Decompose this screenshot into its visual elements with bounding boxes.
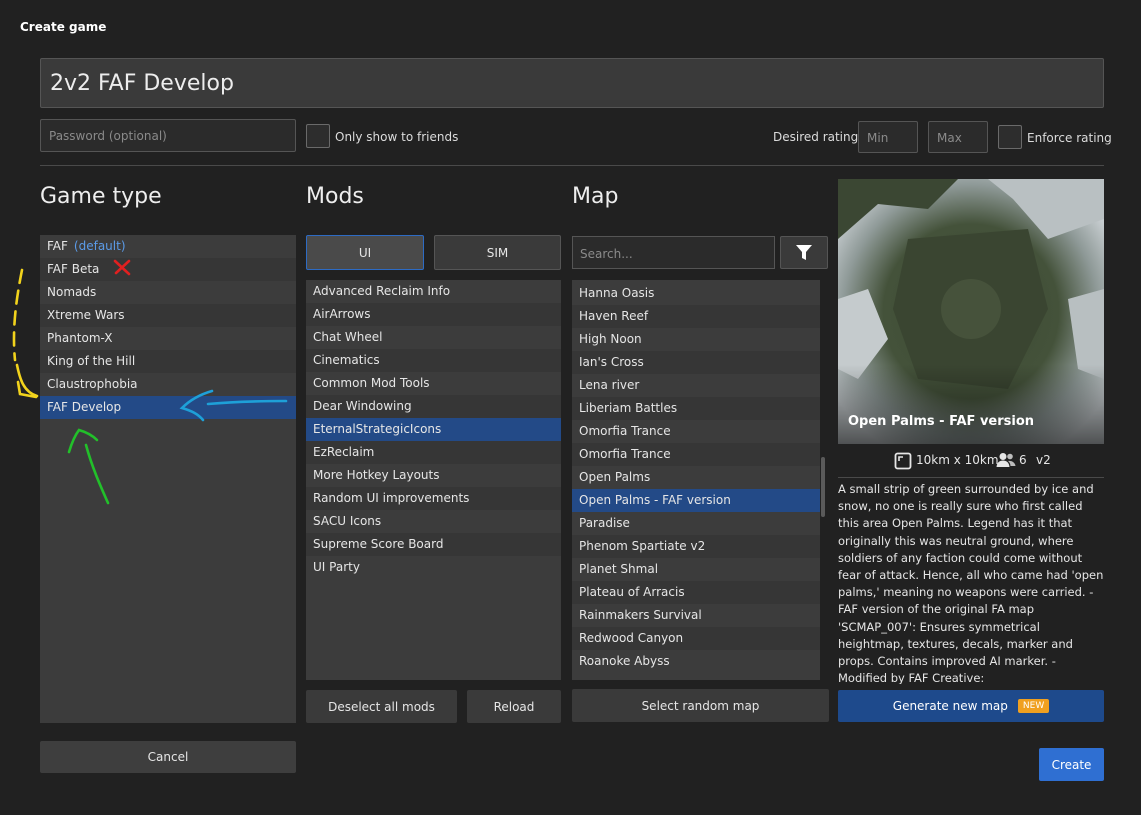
game-type-item-xtreme-wars[interactable]: Xtreme Wars	[40, 304, 296, 327]
new-badge: NEW	[1017, 699, 1050, 713]
mod-item[interactable]: SACU Icons	[306, 510, 561, 533]
generate-new-map-label: Generate new map	[892, 699, 1008, 713]
game-type-list: FAF (default) FAF Beta Nomads Xtreme Wars…	[40, 235, 296, 723]
min-rating-input[interactable]: Min	[858, 121, 918, 153]
mod-item[interactable]: Dear Windowing	[306, 395, 561, 418]
map-version: v2	[1036, 453, 1051, 467]
player-count: 6	[1019, 453, 1027, 467]
friends-only-label: Only show to friends	[335, 130, 459, 144]
mod-item[interactable]: AirArrows	[306, 303, 561, 326]
map-item[interactable]: Open Palms	[572, 466, 820, 489]
mod-item[interactable]: Chat Wheel	[306, 326, 561, 349]
map-item[interactable]: Phenom Spartiate v2	[572, 535, 820, 558]
map-item-selected[interactable]: Open Palms - FAF version	[572, 489, 820, 512]
map-item[interactable]: Planet Shmal	[572, 558, 820, 581]
map-item[interactable]: Roanoke Abyss	[572, 650, 820, 673]
map-description: A small strip of green surrounded by ice…	[838, 482, 1104, 684]
map-size-text: 10km x 10km	[916, 453, 999, 467]
reload-button[interactable]: Reload	[467, 690, 561, 723]
divider	[40, 165, 1104, 166]
desired-rating-label: Desired rating	[773, 130, 859, 144]
list-item-label: Phantom-X	[47, 331, 113, 345]
mod-item[interactable]: UI Party	[306, 556, 561, 579]
map-item[interactable]: Omorfia Trance	[572, 443, 820, 466]
password-input[interactable]: Password (optional)	[40, 119, 296, 152]
friends-only-checkbox[interactable]	[306, 124, 330, 148]
map-search-input[interactable]: Search...	[572, 236, 775, 269]
mod-item[interactable]: Cinematics	[306, 349, 561, 372]
cancel-button[interactable]: Cancel	[40, 741, 296, 773]
list-item-label: Nomads	[47, 285, 97, 299]
mod-item[interactable]: Supreme Score Board	[306, 533, 561, 556]
game-type-item-phantom-x[interactable]: Phantom-X	[40, 327, 296, 350]
mod-item[interactable]: Advanced Reclaim Info	[306, 280, 561, 303]
mod-item[interactable]: More Hotkey Layouts	[306, 464, 561, 487]
generate-new-map-button[interactable]: Generate new map NEW	[838, 690, 1104, 722]
map-filter-button[interactable]	[780, 236, 828, 269]
game-type-item-king-of-the-hill[interactable]: King of the Hill	[40, 350, 296, 373]
game-type-heading: Game type	[40, 184, 162, 209]
mods-list: Advanced Reclaim Info AirArrows Chat Whe…	[306, 280, 561, 680]
map-item[interactable]: Omorfia Trance	[572, 420, 820, 443]
game-title-input[interactable]: 2v2 FAF Develop	[40, 58, 1104, 108]
map-heading: Map	[572, 184, 619, 209]
map-preview-image	[838, 179, 1104, 444]
map-item[interactable]: Lena river	[572, 374, 820, 397]
players-icon	[996, 453, 1016, 467]
map-item[interactable]: High Noon	[572, 328, 820, 351]
enforce-rating-label: Enforce rating	[1027, 131, 1112, 145]
create-button[interactable]: Create	[1039, 748, 1104, 781]
list-item-label: FAF Beta	[47, 262, 100, 276]
game-type-item-nomads[interactable]: Nomads	[40, 281, 296, 304]
mod-item[interactable]: Random UI improvements	[306, 487, 561, 510]
map-item[interactable]: Haven Reef	[572, 305, 820, 328]
tab-ui-mods[interactable]: UI	[306, 235, 424, 270]
mod-item[interactable]: Common Mod Tools	[306, 372, 561, 395]
list-item-label: King of the Hill	[47, 354, 136, 368]
map-item[interactable]: Paradise	[572, 512, 820, 535]
map-list-scrollbar[interactable]	[821, 457, 825, 517]
map-list: Hanna Oasis Haven Reef High Noon Ian's C…	[572, 280, 820, 680]
tab-sim-mods[interactable]: SIM	[434, 235, 561, 270]
yellow-dashed-arrow-icon	[12, 268, 39, 399]
description-divider	[838, 477, 1104, 478]
map-item[interactable]: Liberiam Battles	[572, 397, 820, 420]
map-size-icon	[894, 452, 912, 470]
map-item[interactable]: Plateau of Arracis	[572, 581, 820, 604]
list-item-label: FAF	[47, 239, 68, 253]
map-preview-name: Open Palms - FAF version	[848, 414, 1035, 429]
enforce-rating-checkbox[interactable]	[998, 125, 1022, 149]
dialog-title: Create game	[20, 20, 107, 34]
game-type-item-claustrophobia[interactable]: Claustrophobia	[40, 373, 296, 396]
game-type-item-faf-develop[interactable]: FAF Develop	[40, 396, 296, 419]
deselect-all-mods-button[interactable]: Deselect all mods	[306, 690, 457, 723]
mods-heading: Mods	[306, 184, 364, 209]
mod-item-selected[interactable]: EternalStrategicIcons	[306, 418, 561, 441]
map-item[interactable]: Redwood Canyon	[572, 627, 820, 650]
default-tag: (default)	[73, 239, 126, 253]
map-item[interactable]: Rainmakers Survival	[572, 604, 820, 627]
game-type-item-faf[interactable]: FAF (default)	[40, 235, 296, 258]
filter-icon	[796, 245, 812, 260]
max-rating-input[interactable]: Max	[928, 121, 988, 153]
select-random-map-button[interactable]: Select random map	[572, 689, 829, 722]
map-item[interactable]: Ian's Cross	[572, 351, 820, 374]
list-item-label: Claustrophobia	[47, 377, 138, 391]
list-item-label: Xtreme Wars	[47, 308, 125, 322]
list-item-label: FAF Develop	[47, 400, 122, 414]
mod-item[interactable]: EzReclaim	[306, 441, 561, 464]
game-type-item-faf-beta[interactable]: FAF Beta	[40, 258, 296, 281]
map-item[interactable]: Hanna Oasis	[572, 282, 820, 305]
